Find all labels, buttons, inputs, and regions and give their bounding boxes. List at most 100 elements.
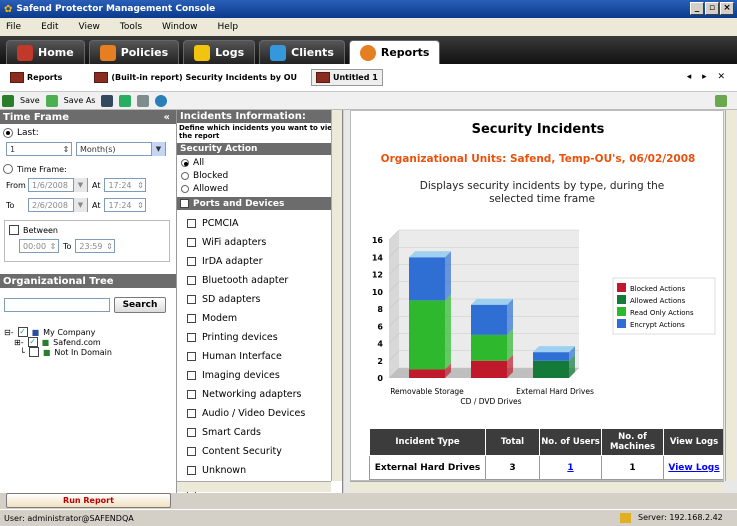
- save-as-button[interactable]: Save As: [64, 96, 96, 105]
- menu-edit[interactable]: Edit: [41, 22, 58, 32]
- doctab-builtin[interactable]: (Built-in report) Security Incidents by …: [90, 70, 301, 85]
- export-icon[interactable]: [101, 94, 114, 107]
- doctab-reports[interactable]: Reports: [6, 70, 66, 85]
- device-item[interactable]: PCMCIA: [177, 214, 342, 233]
- view-logs-link[interactable]: View Logs: [663, 455, 723, 480]
- timeframe-radio[interactable]: [3, 164, 13, 174]
- device-item[interactable]: Imaging devices: [177, 366, 342, 385]
- tab-navigation-controls[interactable]: ◂ ▸ ✕: [687, 72, 729, 82]
- device-checkbox[interactable]: [187, 333, 196, 342]
- device-item[interactable]: Unknown: [177, 461, 342, 480]
- device-item[interactable]: Smart Cards: [177, 423, 342, 442]
- last-value-input[interactable]: 1 ⇕: [6, 142, 72, 156]
- device-checkbox[interactable]: [187, 257, 196, 266]
- tab-clients[interactable]: Clients: [259, 40, 345, 64]
- action-all[interactable]: All: [181, 158, 342, 168]
- device-checkbox[interactable]: [187, 352, 196, 361]
- save-button[interactable]: Save: [20, 96, 40, 105]
- between-to-input[interactable]: 23:59 ⇕: [75, 239, 116, 253]
- tree-checkbox[interactable]: ✓: [27, 337, 38, 347]
- device-checkbox[interactable]: [187, 219, 196, 228]
- last-radio[interactable]: [3, 128, 13, 138]
- device-item[interactable]: Networking adapters: [177, 385, 342, 404]
- search-button[interactable]: Search: [114, 297, 166, 313]
- tab-reports[interactable]: Reports: [348, 40, 441, 64]
- to-time-input[interactable]: 17:24 ⇕: [104, 198, 147, 212]
- device-item[interactable]: SD adapters: [177, 290, 342, 309]
- ports-checkbox[interactable]: [180, 199, 189, 208]
- menu-window[interactable]: Window: [162, 22, 198, 32]
- edit-icon[interactable]: [715, 95, 727, 107]
- run-report-button[interactable]: Run Report: [6, 493, 171, 508]
- between-checkbox[interactable]: [9, 225, 19, 235]
- action-blocked[interactable]: Blocked: [181, 171, 342, 181]
- folder-icon: ■: [42, 347, 51, 357]
- report-icon: [10, 72, 24, 83]
- tree-checkbox[interactable]: ✓: [17, 327, 28, 337]
- expand-icon[interactable]: ⊟-: [4, 328, 14, 337]
- device-checkbox[interactable]: [187, 371, 196, 380]
- tree-node-not-in-domain[interactable]: └ ■ Not In Domain: [20, 347, 176, 357]
- device-item[interactable]: Bluetooth adapter: [177, 271, 342, 290]
- legend-swatch: [617, 283, 626, 292]
- between-from-input[interactable]: 00:00 ⇕: [19, 239, 59, 253]
- users-link[interactable]: 1: [539, 455, 602, 480]
- ports-devices-header[interactable]: Ports and Devices: [177, 197, 342, 210]
- report-scrollbar[interactable]: [725, 110, 736, 481]
- device-checkbox[interactable]: [187, 314, 196, 323]
- device-item[interactable]: WiFi adapters: [177, 233, 342, 252]
- refresh-icon[interactable]: [119, 94, 132, 107]
- from-time-input[interactable]: 17:24 ⇕: [104, 178, 147, 192]
- action-allowed[interactable]: Allowed: [181, 184, 342, 194]
- device-item[interactable]: Modem: [177, 309, 342, 328]
- y-tick-label: 4: [377, 340, 383, 349]
- maximize-button[interactable]: ▫: [705, 2, 719, 15]
- incidents-hscrollbar[interactable]: [177, 481, 331, 492]
- spinner-icon[interactable]: ⇕: [135, 178, 145, 192]
- from-date-input[interactable]: 1/6/2008 ▼: [28, 178, 88, 192]
- device-checkbox[interactable]: [187, 295, 196, 304]
- to-date-input[interactable]: 2/6/2008 ▼: [28, 198, 88, 212]
- spinner-icon[interactable]: ⇕: [61, 142, 71, 156]
- tree-node-safend[interactable]: ⊞- ✓ ■ Safend.com: [14, 337, 176, 347]
- unit-select[interactable]: Month(s) ▼: [76, 142, 166, 156]
- help-icon[interactable]: [155, 94, 168, 107]
- device-item[interactable]: Content Security: [177, 442, 342, 461]
- logs-icon: [194, 44, 211, 61]
- tab-policies[interactable]: Policies: [88, 40, 180, 64]
- doctab-untitled[interactable]: Untitled 1: [310, 69, 383, 86]
- spinner-icon[interactable]: ⇕: [48, 239, 58, 253]
- device-item[interactable]: Printing devices: [177, 328, 342, 347]
- collapse-icon[interactable]: «: [164, 112, 170, 123]
- tab-home[interactable]: Home: [6, 40, 85, 64]
- menu-file[interactable]: File: [6, 22, 21, 32]
- close-button[interactable]: ×: [720, 2, 734, 15]
- spinner-icon[interactable]: ⇕: [135, 198, 145, 212]
- spinner-icon[interactable]: ⇕: [104, 239, 114, 253]
- tree-checkbox[interactable]: [28, 347, 39, 357]
- blocked-radio[interactable]: [181, 172, 189, 180]
- device-checkbox[interactable]: [187, 390, 196, 399]
- allowed-radio[interactable]: [181, 185, 189, 193]
- org-search-input[interactable]: [4, 298, 110, 312]
- menu-tools[interactable]: Tools: [120, 22, 142, 32]
- device-checkbox[interactable]: [187, 276, 196, 285]
- expand-icon[interactable]: ⊞-: [14, 338, 24, 347]
- device-checkbox[interactable]: [187, 447, 196, 456]
- menu-view[interactable]: View: [79, 22, 100, 32]
- device-item[interactable]: Audio / Video Devices: [177, 404, 342, 423]
- incidents-scrollbar[interactable]: [331, 110, 342, 481]
- device-checkbox[interactable]: [187, 466, 196, 475]
- device-checkbox[interactable]: [187, 428, 196, 437]
- tab-logs[interactable]: Logs: [183, 40, 256, 64]
- device-item[interactable]: Human Interface: [177, 347, 342, 366]
- device-checkbox[interactable]: [187, 409, 196, 418]
- report-hscrollbar[interactable]: [350, 481, 724, 492]
- all-radio[interactable]: [181, 159, 189, 167]
- tree-node-my-company[interactable]: ⊟- ✓ ■ My Company: [4, 327, 176, 337]
- device-item[interactable]: IrDA adapter: [177, 252, 342, 271]
- device-checkbox[interactable]: [187, 238, 196, 247]
- minimize-button[interactable]: _: [690, 2, 704, 15]
- menu-help[interactable]: Help: [218, 22, 239, 32]
- print-icon[interactable]: [137, 94, 150, 107]
